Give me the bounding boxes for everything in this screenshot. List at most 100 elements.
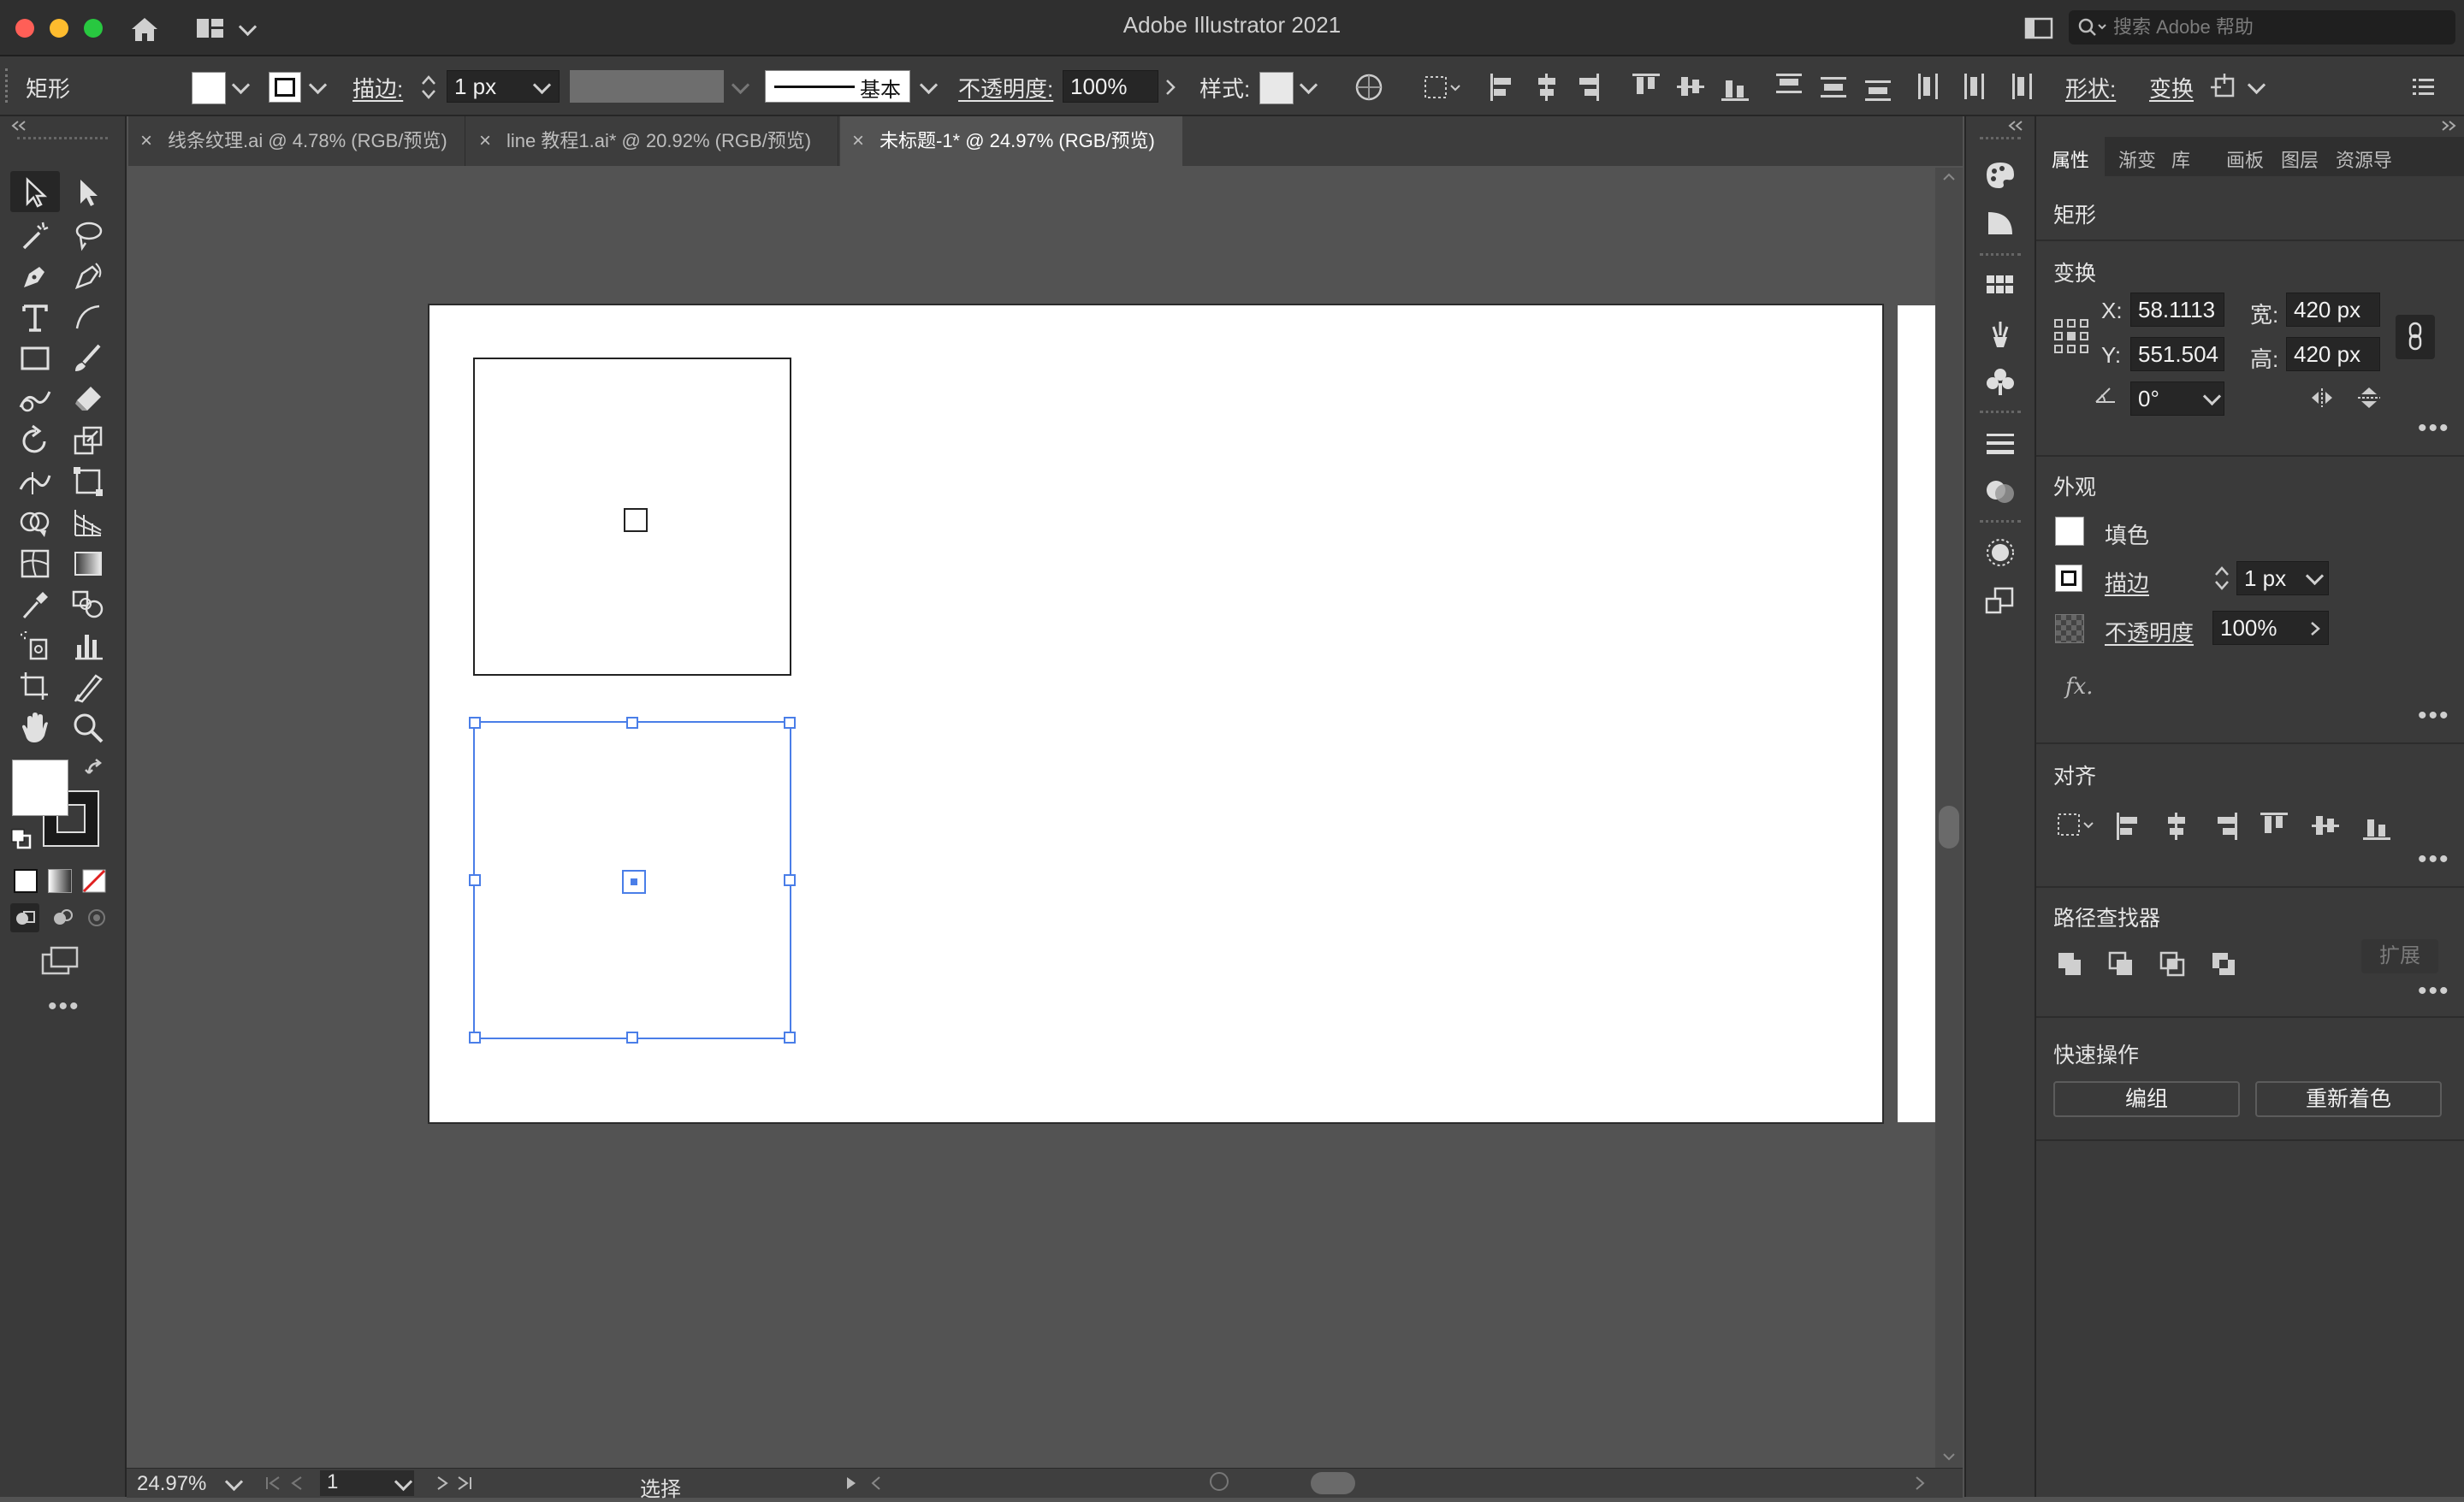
rectangle-tool-icon[interactable] [17,340,53,376]
paintbrush-tool-icon[interactable] [70,340,106,376]
zoom-level-field[interactable]: 24.97% [137,1472,206,1496]
scroll-thumb[interactable] [1939,806,1959,849]
selection-bounding-box[interactable] [469,717,796,1044]
width-field[interactable]: 420 px [2286,293,2380,327]
stroke-swatch[interactable] [269,72,301,103]
align-distribute-icons[interactable] [1489,70,2464,104]
symbol-sprayer-tool-icon[interactable] [17,628,53,664]
cloud-sync-icon[interactable] [1210,1472,1229,1491]
draw-behind-icon[interactable] [48,903,77,932]
resize-handle[interactable] [784,874,796,886]
gradient-mode-button[interactable] [48,869,72,893]
gripper[interactable] [1980,411,2021,413]
resize-handle[interactable] [626,717,638,729]
artboard[interactable] [429,305,1882,1122]
x-position-field[interactable]: 58.1113 [2130,293,2224,327]
screen-mode-icon[interactable] [39,944,80,979]
gripper[interactable] [5,68,10,103]
eyedropper-tool-icon[interactable] [17,587,53,623]
fill-color-swatch[interactable] [12,760,68,816]
draw-normal-button[interactable] [10,903,39,932]
zoom-tool-icon[interactable] [70,710,106,746]
y-position-field[interactable]: 551.504 [2130,337,2224,371]
style-chevron-icon[interactable] [1299,75,1318,95]
shaper-tool-icon[interactable] [17,381,53,417]
transform-label[interactable]: 变换 [2149,72,2194,103]
brush-chevron-icon[interactable] [919,75,939,95]
expand-button[interactable]: 扩展 [2361,939,2438,973]
artboard-partial[interactable] [1898,305,1935,1122]
eraser-tool-icon[interactable] [70,381,106,417]
appearance-panel-icon[interactable] [1983,537,2017,568]
mesh-tool-icon[interactable] [17,546,53,582]
stroke-stepper-icon[interactable] [419,70,438,104]
status-menu-icon[interactable] [842,1474,859,1493]
scroll-down-icon[interactable] [1940,1451,1958,1463]
resize-handle[interactable] [784,1032,796,1044]
close-icon[interactable]: × [479,116,491,166]
gripper[interactable] [1980,520,2021,523]
direct-selection-tool-icon[interactable] [70,174,106,210]
magic-wand-tool-icon[interactable] [17,217,53,253]
default-fill-stroke-icon[interactable] [10,828,33,850]
constrain-proportions-button[interactable] [2396,315,2435,359]
more-options-icon[interactable]: ••• [2418,845,2450,874]
pathfinder-buttons-icons[interactable] [2055,949,2277,980]
more-options-icon[interactable]: ••• [2418,414,2450,443]
scroll-up-icon[interactable] [1940,171,1958,183]
gripper[interactable] [1980,137,2021,139]
stroke-label[interactable]: 描边 [2105,566,2149,598]
chevron-right-icon[interactable] [1164,75,1177,99]
line-segment-tool-icon[interactable] [70,299,106,335]
type-tool-icon[interactable] [17,299,53,335]
fx-icon[interactable]: fx. [2065,674,2094,700]
swap-fill-stroke-icon[interactable] [84,756,108,780]
shape-builder-tool-icon[interactable] [17,505,53,541]
artboard-tool-icon[interactable] [17,669,53,705]
stroke-swatch[interactable] [2055,565,2082,592]
tab-layers[interactable]: 图层 [2281,145,2319,173]
hand-tool-icon[interactable] [17,710,53,746]
close-icon[interactable]: × [852,116,864,166]
symbols-icon[interactable] [1983,366,2017,397]
transparency-panel-icon[interactable] [1983,476,2017,506]
more-tools-icon[interactable]: ••• [48,992,80,1021]
opacity-field[interactable]: 100% [1063,70,1158,103]
asset-export-icon[interactable] [1983,585,2017,616]
artboard-next-icons[interactable] [433,1474,484,1493]
shape-label[interactable]: 形状: [2065,72,2116,103]
tab-properties[interactable]: 属性 [2052,145,2089,173]
perspective-grid-tool-icon[interactable] [70,505,106,541]
rectangle-shape[interactable] [473,358,791,676]
curvature-tool-icon[interactable] [70,258,106,294]
color-guide-icon[interactable] [1983,207,2017,238]
tab-asset-export[interactable]: 资源导 [2336,145,2392,173]
resize-handle[interactable] [469,717,481,729]
color-mode-button[interactable] [14,869,38,893]
reference-point-icon[interactable] [2053,318,2089,354]
rotate-tool-icon[interactable] [17,423,53,458]
scroll-right-icon[interactable] [1911,1474,1928,1493]
resize-handle[interactable] [469,874,481,886]
tab-document-2[interactable]: × line 教程1.ai* @ 20.92% (RGB/预览) [467,116,838,166]
panel-toggle-icon[interactable] [2024,17,2055,41]
recolor-artwork-icon[interactable] [1353,72,1384,103]
align-to-selection-icon[interactable] [1422,72,1463,103]
slice-tool-icon[interactable] [70,669,106,705]
horizontal-scroll-thumb[interactable] [1311,1472,1355,1494]
free-transform-tool-icon[interactable] [70,464,106,500]
close-icon[interactable]: × [140,116,152,166]
zoom-chevron-icon[interactable] [224,1472,244,1492]
tab-gradient[interactable]: 渐变 [2118,145,2156,173]
scale-tool-icon[interactable] [70,423,106,458]
none-mode-button[interactable] [82,869,106,893]
resize-handle[interactable] [469,1032,481,1044]
width-tool-icon[interactable] [17,464,53,500]
selection-tool-icon[interactable] [17,174,53,210]
flip-vertical-icon[interactable] [2354,385,2385,411]
fill-dropdown-chevron-icon[interactable] [231,75,251,95]
variable-width-chevron-icon[interactable] [731,75,750,95]
collapse-panel-icon[interactable] [9,120,29,132]
resize-handle[interactable] [784,717,796,729]
vertical-scrollbar[interactable] [1935,168,1963,1468]
